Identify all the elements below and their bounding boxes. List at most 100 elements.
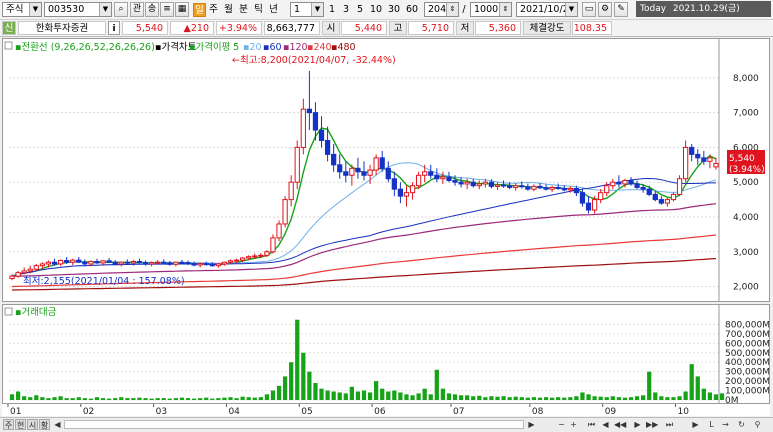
low-label: 저: [456, 21, 474, 35]
options-button[interactable]: ⚲: [752, 419, 763, 430]
period-week-tab[interactable]: 주: [207, 3, 220, 17]
volume-bar: [228, 397, 233, 400]
volume-bar: [301, 352, 306, 400]
stepper-icon[interactable]: ⇕: [446, 3, 458, 16]
legend-conversion-line[interactable]: ▪전환선 (9,26,26,52,26,26,26): [15, 41, 155, 53]
period-tick-tab[interactable]: 틱: [252, 3, 265, 17]
fast-next-button[interactable]: ▶▶: [646, 419, 658, 430]
last-button[interactable]: ⏭: [664, 419, 675, 430]
screen-button[interactable]: ▭: [582, 2, 596, 17]
fast-prev-button[interactable]: ◀◀: [614, 419, 626, 430]
volume-bar: [574, 396, 579, 400]
legend-ma20[interactable]: ▪20: [243, 42, 262, 53]
candle-body: [519, 185, 525, 188]
interval-1-button[interactable]: 1: [326, 3, 338, 17]
chevron-down-icon[interactable]: ▼: [29, 3, 41, 16]
refresh-button[interactable]: ↻: [736, 419, 747, 430]
candle-body: [203, 263, 209, 266]
scroll-left-button[interactable]: ◀: [52, 419, 63, 430]
panel-toggle-icon[interactable]: [4, 41, 13, 50]
tab-current[interactable]: 현: [15, 419, 26, 430]
tools-button[interactable]: ✎: [614, 2, 628, 17]
market-select[interactable]: 주식 ▼: [2, 2, 42, 17]
panel-toggle-icon[interactable]: [4, 307, 13, 316]
legend-trade-value[interactable]: ▪거래대금: [15, 307, 57, 318]
count-stepper[interactable]: 204 ⇕: [424, 2, 459, 17]
chart-button[interactable]: ▦: [175, 2, 189, 17]
period-month-tab[interactable]: 월: [222, 3, 235, 17]
tab-market[interactable]: 시: [27, 419, 38, 430]
trade-value-chart[interactable]: ▪거래대금 800,000M700,000M600,000M500,000M40…: [3, 305, 770, 406]
interval-60-button[interactable]: 60: [404, 3, 420, 17]
volume-bar: [416, 393, 421, 400]
period-year-tab[interactable]: 년: [267, 3, 280, 17]
info-button[interactable]: i: [108, 21, 120, 35]
arrow-right-button[interactable]: →: [720, 419, 731, 430]
pin-button[interactable]: L: [706, 419, 717, 430]
send-button[interactable]: 송: [145, 2, 159, 17]
horizontal-scrollbar[interactable]: [64, 420, 524, 429]
play-button[interactable]: ▶: [690, 419, 701, 430]
interval-3-button[interactable]: 3: [340, 3, 352, 17]
stock-code-input[interactable]: 003530 ▼: [44, 2, 112, 17]
prev-button[interactable]: ◀: [600, 419, 611, 430]
legend-ma5[interactable]: 5: [233, 42, 239, 53]
candle-body: [15, 272, 21, 277]
volume-bar: [465, 395, 470, 400]
price-chart[interactable]: 8,0007,0006,0005,0004,0003,0002,000 ▪전환선…: [3, 39, 769, 301]
candle-body: [142, 262, 149, 265]
price-chart-panel[interactable]: 8,000 7,000 6,000 5,000 4,000 3,000 2,000 ▪전환선…: [2, 38, 770, 302]
volume-bar: [70, 398, 75, 400]
date-picker[interactable]: 2021/10/29 ▼: [516, 2, 578, 17]
candle-body: [525, 186, 531, 190]
scroll-right-button[interactable]: ▶: [526, 419, 537, 430]
legend-price-ma[interactable]: ▪가격이평: [189, 41, 230, 53]
volume-bar: [155, 398, 160, 400]
volume-bar: [519, 397, 524, 400]
volume-bar: [610, 396, 615, 400]
interval-select[interactable]: 1 ▼: [290, 2, 324, 17]
market-select-value: 주식: [6, 4, 24, 15]
chevron-down-icon[interactable]: ▼: [311, 3, 323, 16]
volume-bar: [64, 398, 69, 400]
first-button[interactable]: ⏮: [586, 419, 597, 430]
search-button[interactable]: ⌕: [114, 2, 128, 17]
legend-ma480[interactable]: ▪480: [331, 42, 356, 53]
candle-body: [470, 181, 476, 187]
chevron-down-icon[interactable]: ▼: [99, 3, 111, 16]
period-minute-tab[interactable]: 분: [237, 3, 250, 17]
tab-status[interactable]: 황: [39, 419, 50, 430]
candle-body: [494, 184, 501, 187]
interval-10-button[interactable]: 10: [368, 3, 384, 17]
zoom-out-button[interactable]: −: [556, 419, 567, 430]
trade-volume-value: 8,663,777: [266, 23, 315, 34]
credit-label: 신: [4, 23, 14, 34]
list-button[interactable]: ≡: [160, 2, 174, 17]
period-day-label: 일: [195, 5, 204, 16]
chevron-down-icon[interactable]: ▼: [565, 3, 577, 16]
legend-ma120[interactable]: ▪120: [283, 42, 308, 53]
candle-body: [209, 263, 215, 267]
volume-bar: [695, 376, 700, 400]
stepper-icon[interactable]: ⇕: [499, 3, 511, 16]
volume-bar: [313, 383, 318, 400]
candle-body: [355, 167, 361, 173]
candle-body: [233, 259, 240, 262]
period-day-tab[interactable]: 일: [193, 3, 206, 17]
volume-bar: [82, 398, 87, 400]
legend-ma60[interactable]: ▪60: [263, 42, 282, 53]
tab-current-label: 현: [16, 421, 25, 430]
interval-30-button[interactable]: 30: [386, 3, 402, 17]
open-price-value: 5,440: [354, 23, 382, 34]
volume-chart-panel[interactable]: ▪거래대금 800,000M 700,000M 600,000M 500,000M 40…: [2, 304, 770, 406]
tab-stock[interactable]: 주: [3, 419, 14, 430]
volume-bar: [719, 393, 725, 400]
next-button[interactable]: ▶: [632, 419, 643, 430]
zoom-in-button[interactable]: +: [568, 419, 579, 430]
count-value: 204: [428, 4, 447, 15]
interest-button[interactable]: 관: [130, 2, 144, 17]
max-count-stepper[interactable]: 1000 ⇕: [470, 2, 512, 17]
legend-ma240[interactable]: ▪240: [307, 42, 332, 53]
interval-5-button[interactable]: 5: [354, 3, 366, 17]
settings-button[interactable]: ⚙: [598, 2, 612, 17]
